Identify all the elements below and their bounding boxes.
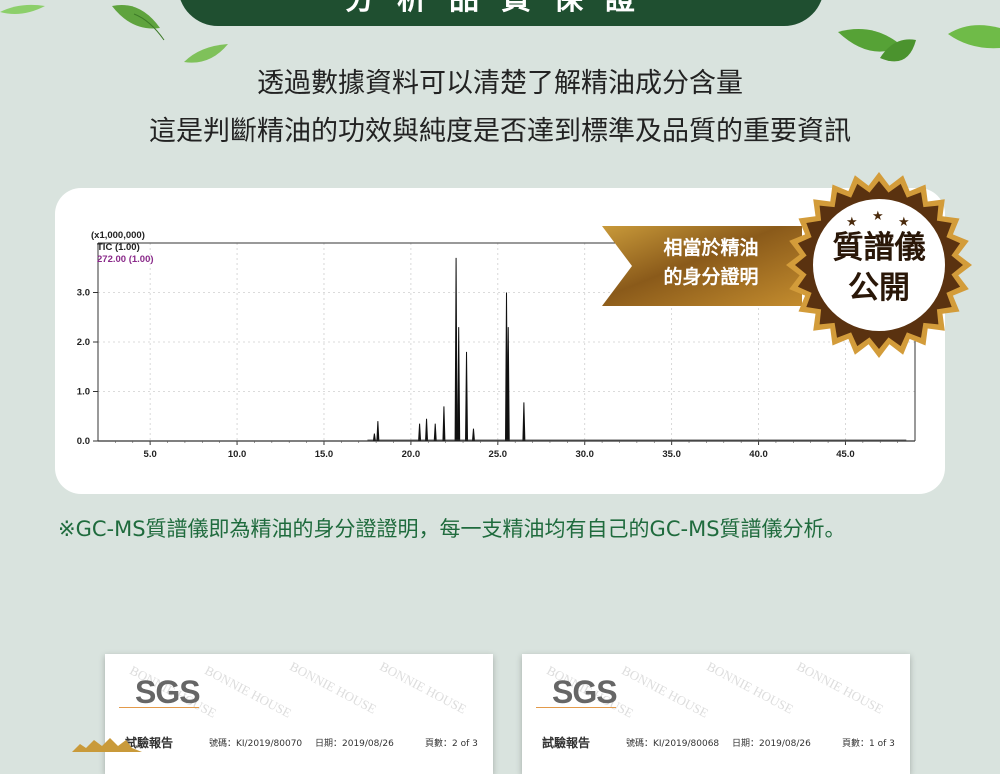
y-tick-label: 2.0 [77,337,90,348]
watermark: BONNIE HOUSE [794,658,886,717]
chart-legend-tic: TIC (1.00) [97,242,140,253]
report-date: 日期：2019/08/26 [732,739,811,749]
logo-underline [536,707,616,708]
watermark: BONNIE HOUSE [704,658,796,717]
x-tick-label: 20.0 [402,449,421,460]
footnote: ※GC-MS質譜儀即為精油的身分證證明，每一支精油均有自己的GC-MS質譜儀分析… [58,517,846,541]
x-tick-label: 45.0 [836,449,855,460]
intro-line-2: 這是判斷精油的功效與純度是否達到標準及品質的重要資訊 [149,116,851,147]
badge-line-2: 公開 [848,270,910,306]
watermark: BONNIE HOUSE [377,658,469,717]
ribbon-line-2: 的身分證明 [663,266,759,288]
sgs-logo: SGS [552,674,618,710]
chromatogram-peak [425,418,429,442]
badge-line-1: 質譜儀 [832,230,926,266]
x-tick-label: 5.0 [144,449,157,460]
chromatogram-peak [522,402,526,442]
ribbon-text: 相當於精油 的身分證明 [636,234,786,292]
ribbon-line-1: 相當於精油 [663,237,759,259]
report-title: 試驗報告 [542,736,591,750]
chart-scale-label: (x1,000,000) [91,230,145,241]
logo-underline [119,707,199,708]
chromatogram-peak [376,421,380,442]
x-tick-label: 40.0 [749,449,768,460]
x-tick-label: 30.0 [575,449,594,460]
chromatogram-peak [506,327,510,442]
y-tick-label: 3.0 [77,288,90,299]
report-page: 頁數：1 of 3 [842,739,895,749]
chromatogram-peak [454,257,458,442]
chromatogram-peak [418,423,422,442]
sgs-logo: SGS [135,674,201,710]
chromatogram-peak [433,423,437,442]
badge-text: 質譜儀 公開 [808,228,950,308]
chromatogram-peak [442,406,446,442]
report-page: 頁數：2 of 3 [425,739,478,749]
y-tick-label: 1.0 [77,387,90,398]
intro-line-1: 透過數據資料可以清楚了解精油成分含量 [257,68,743,99]
header-title: 分析品質保證 [345,0,657,18]
chromatogram-peak [465,351,469,442]
x-tick-label: 35.0 [662,449,681,460]
chart-legend-272: 272.00 (1.00) [97,254,154,265]
x-tick-label: 15.0 [315,449,334,460]
chromatogram-peak [471,428,475,442]
x-tick-label: 25.0 [489,449,508,460]
star-icon: ★ [872,209,884,224]
sgs-report-2: BONNIE HOUSE BONNIE HOUSE BONNIE HOUSE B… [522,654,910,774]
chromatogram-peak [457,327,461,442]
sgs-report-1: BONNIE HOUSE BONNIE HOUSE BONNIE HOUSE B… [105,654,493,774]
header-banner: 分析品質保證 [178,0,824,26]
x-tick-label: 10.0 [228,449,247,460]
y-tick-label: 0.0 [77,436,90,447]
report-number: 號碼：KI/2019/80070 [209,739,303,749]
report-number: 號碼：KI/2019/80068 [626,739,720,749]
seal-decoration [72,738,142,752]
watermark: BONNIE HOUSE [287,658,379,717]
report-date: 日期：2019/08/26 [315,739,394,749]
